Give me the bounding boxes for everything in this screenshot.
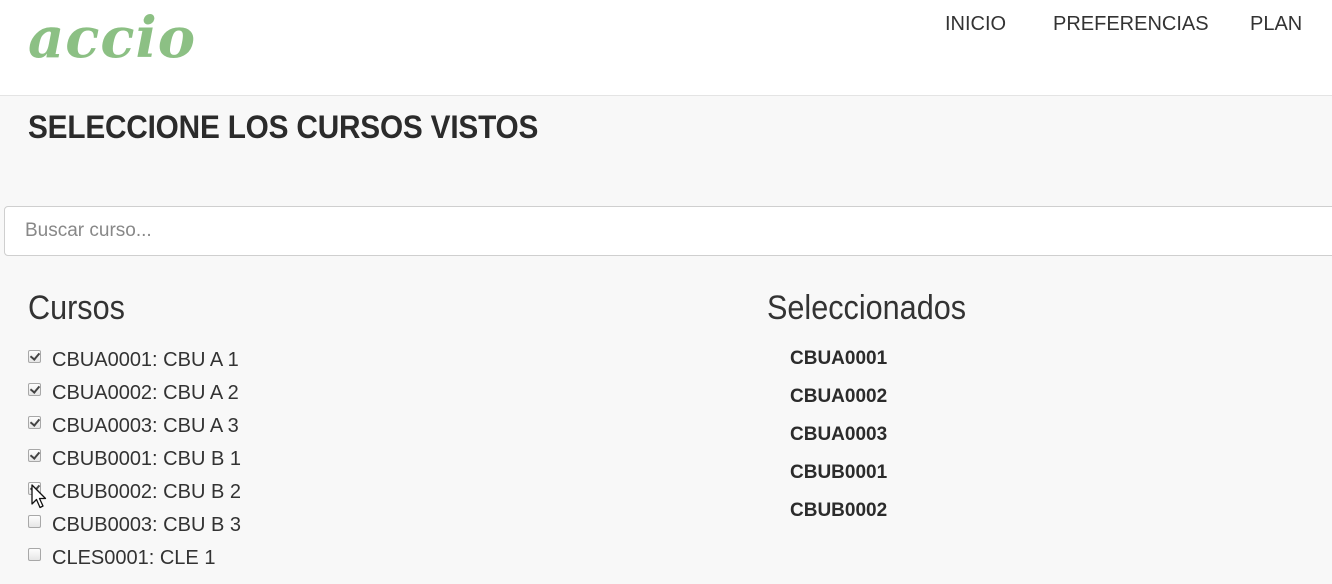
selected-item: CBUA0002: [790, 386, 888, 407]
selected-item: CBUB0001: [790, 462, 888, 483]
course-label: CBUB0001: CBU B 1: [52, 448, 241, 470]
course-label: CBUA0002: CBU A 2: [52, 382, 239, 404]
course-item[interactable]: CBUA0002: CBU A 2: [28, 377, 241, 410]
navbar: accio INICIO PREFERENCIAS PLAN: [0, 0, 1332, 96]
course-item[interactable]: CBUB0003: CBU B 3: [28, 509, 241, 542]
courses-heading: Cursos: [28, 289, 125, 327]
course-checkbox[interactable]: [28, 383, 41, 396]
course-label: CLES0001: CLE 1: [52, 547, 216, 569]
course-label: CBUB0003: CBU B 3: [52, 514, 241, 536]
course-item[interactable]: CBUA0003: CBU A 3: [28, 410, 241, 443]
course-checkbox[interactable]: [28, 416, 41, 429]
search-input[interactable]: [4, 206, 1332, 256]
course-checkbox[interactable]: [28, 482, 41, 495]
nav-link-preferencias[interactable]: PREFERENCIAS: [1053, 12, 1209, 36]
course-checkbox[interactable]: [28, 449, 41, 462]
course-item[interactable]: CBUB0001: CBU B 1: [28, 443, 241, 476]
selected-item: CBUA0001: [790, 348, 888, 369]
course-checkbox[interactable]: [28, 350, 41, 363]
course-item[interactable]: CLES0001: CLE 1: [28, 542, 241, 575]
course-item[interactable]: CBUA0001: CBU A 1: [28, 344, 241, 377]
course-item[interactable]: CBUB0002: CBU B 2: [28, 476, 241, 509]
selected-item: CBUA0003: [790, 424, 888, 445]
logo[interactable]: accio: [28, 2, 196, 74]
selected-list: CBUA0001 CBUA0002 CBUA0003 CBUB0001 CBUB…: [790, 342, 887, 532]
course-label: CBUB0002: CBU B 2: [52, 481, 241, 503]
nav-link-inicio[interactable]: INICIO: [945, 12, 1006, 36]
selected-heading: Seleccionados: [767, 289, 967, 327]
course-checkbox[interactable]: [28, 548, 41, 561]
course-checkbox[interactable]: [28, 515, 41, 528]
course-list: CBUA0001: CBU A 1 CBUA0002: CBU A 2 CBUA…: [28, 344, 241, 575]
page-title: SELECCIONE LOS CURSOS VISTOS: [28, 109, 539, 145]
selected-item: CBUB0002: [790, 500, 888, 521]
nav-link-plan[interactable]: PLAN: [1250, 12, 1302, 36]
course-label: CBUA0001: CBU A 1: [52, 349, 239, 371]
course-label: CBUA0003: CBU A 3: [52, 415, 239, 437]
